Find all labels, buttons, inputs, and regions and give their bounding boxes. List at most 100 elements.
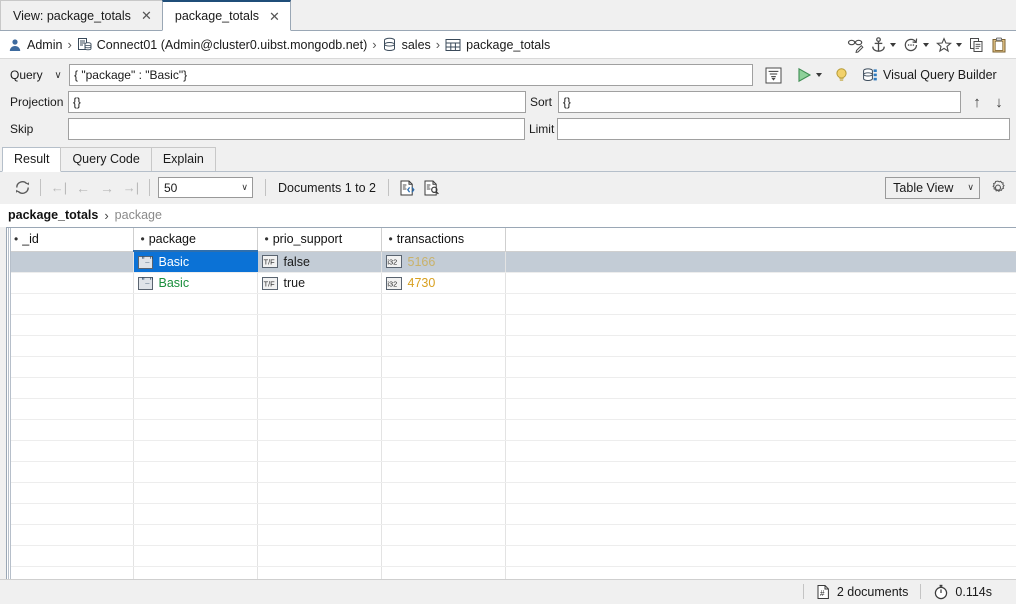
paste-icon[interactable] xyxy=(988,34,1010,56)
cell-empty[interactable] xyxy=(381,545,506,568)
empty-row[interactable] xyxy=(7,377,1016,400)
chevron-down-icon[interactable]: ∨ xyxy=(50,70,66,81)
cell-empty[interactable] xyxy=(133,314,258,337)
cell-empty[interactable] xyxy=(133,335,258,358)
column-header-package[interactable]: • package xyxy=(133,228,258,253)
history-icon[interactable] xyxy=(900,34,922,56)
cell-empty[interactable] xyxy=(133,461,258,484)
cell-empty[interactable] xyxy=(381,293,506,316)
copy-icon[interactable] xyxy=(966,34,988,56)
cell-empty[interactable] xyxy=(7,482,134,505)
empty-row[interactable] xyxy=(7,419,1016,442)
cell-empty[interactable] xyxy=(7,566,134,579)
cell-empty[interactable] xyxy=(381,461,506,484)
first-page-button[interactable]: ←| xyxy=(47,176,71,200)
chevron-down-icon[interactable] xyxy=(956,42,962,47)
cell-empty[interactable] xyxy=(133,482,258,505)
cell-empty[interactable] xyxy=(257,356,382,379)
cell-empty[interactable] xyxy=(7,398,134,421)
explain-hint-button[interactable] xyxy=(830,64,852,86)
cell-id[interactable] xyxy=(7,251,134,274)
document-code-icon[interactable] xyxy=(395,176,419,200)
empty-row[interactable] xyxy=(7,440,1016,463)
empty-row[interactable] xyxy=(7,545,1016,568)
cell-transactions[interactable]: i32 5166 xyxy=(381,251,506,274)
last-page-button[interactable]: →| xyxy=(119,176,143,200)
cell-empty[interactable] xyxy=(381,335,506,358)
glasses-edit-icon[interactable] xyxy=(845,34,867,56)
document-search-icon[interactable] xyxy=(419,176,443,200)
cell-empty[interactable] xyxy=(133,377,258,400)
breadcrumb-connection[interactable]: Connect01 (Admin@cluster0.uibst.mongodb.… xyxy=(97,38,367,52)
empty-row[interactable] xyxy=(7,314,1016,337)
cell-empty[interactable] xyxy=(381,503,506,526)
result-table[interactable]: • _id • package • prio_support • transaction… xyxy=(6,227,1016,579)
cell-empty[interactable] xyxy=(381,440,506,463)
tab-result[interactable]: Result xyxy=(2,146,62,172)
result-path-root[interactable]: package_totals xyxy=(8,208,98,222)
cell-transactions[interactable]: i32 4730 xyxy=(381,272,506,295)
prev-page-button[interactable]: ← xyxy=(71,176,95,200)
run-query-button[interactable] xyxy=(793,64,815,86)
empty-row[interactable] xyxy=(7,461,1016,484)
cell-empty[interactable] xyxy=(7,335,134,358)
page-size-select[interactable]: 50 ∨ xyxy=(158,177,253,199)
cell-empty[interactable] xyxy=(381,314,506,337)
empty-row[interactable] xyxy=(7,398,1016,421)
cell-empty[interactable] xyxy=(257,377,382,400)
cell-empty[interactable] xyxy=(257,545,382,568)
cell-empty[interactable] xyxy=(133,398,258,421)
query-input[interactable]: { "package" : "Basic"} xyxy=(69,64,753,87)
empty-row[interactable] xyxy=(7,482,1016,505)
empty-row[interactable] xyxy=(7,524,1016,547)
next-page-button[interactable]: → xyxy=(95,176,119,200)
cell-empty[interactable] xyxy=(133,566,258,579)
empty-row[interactable] xyxy=(7,566,1016,579)
cell-prio-support[interactable]: T/F false xyxy=(257,251,382,274)
empty-row[interactable] xyxy=(7,335,1016,358)
cell-empty[interactable] xyxy=(257,293,382,316)
move-up-button[interactable]: ↑ xyxy=(966,91,988,113)
empty-row[interactable] xyxy=(7,503,1016,526)
cell-empty[interactable] xyxy=(133,419,258,442)
cell-empty[interactable] xyxy=(133,293,258,316)
table-row[interactable]: "_" Basic T/F true i32 4730 xyxy=(7,272,1016,295)
sort-input[interactable]: {} xyxy=(557,91,962,114)
cell-empty[interactable] xyxy=(7,503,134,526)
cell-empty[interactable] xyxy=(7,461,134,484)
column-header-transactions[interactable]: • transactions xyxy=(381,228,506,252)
gear-icon[interactable] xyxy=(986,176,1010,200)
cell-empty[interactable] xyxy=(381,419,506,442)
tab-view-package-totals[interactable]: View: package_totals ✕ xyxy=(0,0,163,30)
cell-empty[interactable] xyxy=(7,293,134,316)
cell-empty[interactable] xyxy=(7,440,134,463)
skip-input[interactable] xyxy=(67,118,525,141)
cell-empty[interactable] xyxy=(257,440,382,463)
cell-empty[interactable] xyxy=(257,524,382,547)
empty-row[interactable] xyxy=(7,293,1016,316)
move-down-button[interactable]: ↓ xyxy=(988,91,1010,113)
cell-empty[interactable] xyxy=(133,524,258,547)
cell-empty[interactable] xyxy=(257,314,382,337)
cell-empty[interactable] xyxy=(133,545,258,568)
close-icon[interactable]: ✕ xyxy=(268,10,281,23)
cell-empty[interactable] xyxy=(7,545,134,568)
cell-empty[interactable] xyxy=(257,419,382,442)
anchor-icon[interactable] xyxy=(867,34,889,56)
cell-empty[interactable] xyxy=(7,356,134,379)
cell-empty[interactable] xyxy=(257,566,382,579)
cell-empty[interactable] xyxy=(133,356,258,379)
cell-empty[interactable] xyxy=(133,503,258,526)
cell-empty[interactable] xyxy=(257,335,382,358)
projection-input[interactable]: {} xyxy=(67,91,526,114)
cell-empty[interactable] xyxy=(257,503,382,526)
cell-id[interactable] xyxy=(7,272,134,295)
visual-query-builder-button[interactable]: Visual Query Builder xyxy=(862,68,1001,83)
cell-package[interactable]: "_" Basic xyxy=(133,272,258,295)
cell-empty[interactable] xyxy=(7,377,134,400)
cell-empty[interactable] xyxy=(7,419,134,442)
refresh-icon[interactable] xyxy=(10,176,34,200)
cell-empty[interactable] xyxy=(257,482,382,505)
cell-empty[interactable] xyxy=(381,482,506,505)
cell-empty[interactable] xyxy=(257,398,382,421)
